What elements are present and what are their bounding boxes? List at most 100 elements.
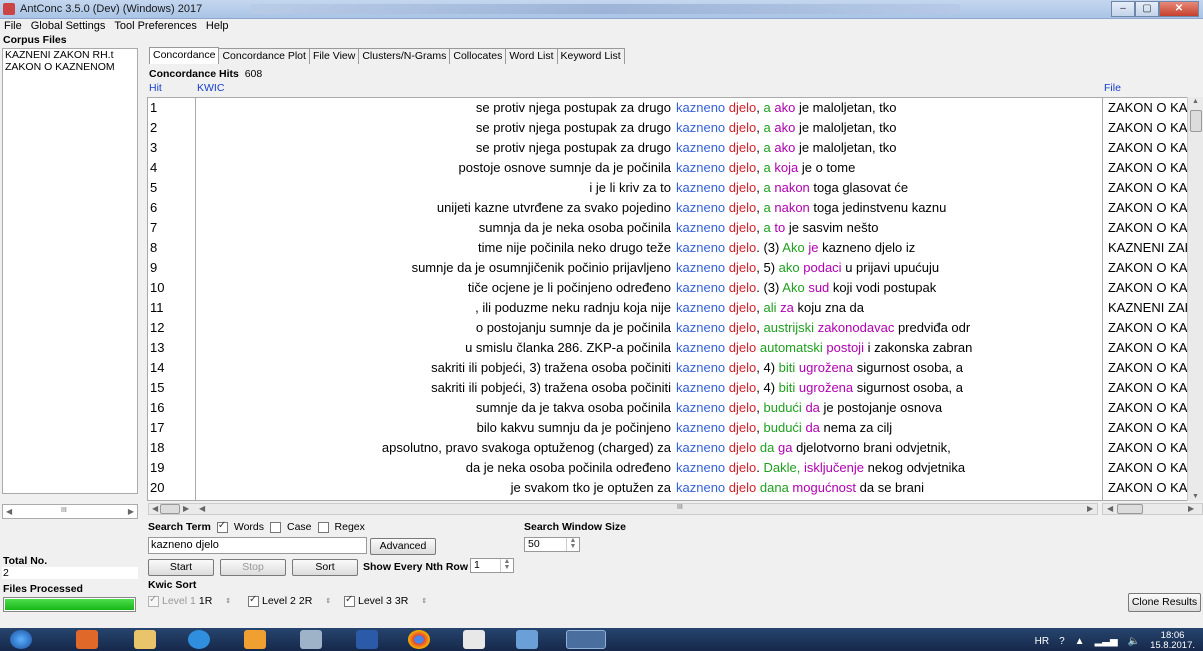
tab-file-view[interactable]: File View	[308, 48, 360, 64]
corpus-files-list[interactable]: KAZNENI ZAKON RH.t ZAKON O KAZNENOM	[2, 48, 138, 494]
menu-tool-preferences[interactable]: Tool Preferences	[114, 19, 197, 34]
kwic-line[interactable]: unijeti kazne utvrđene za svako pojedino…	[196, 198, 1146, 218]
level-1-value[interactable]: 1R	[199, 595, 212, 607]
calculator-icon[interactable]	[300, 630, 322, 649]
kwic-line[interactable]: se protiv njega postupak za drugo kazneno…	[196, 118, 1146, 138]
outlook-icon[interactable]	[244, 630, 266, 649]
kwic-keyword[interactable]: kazneno	[676, 400, 725, 415]
kwic-line[interactable]: u smislu članka 286. ZKP-a počinila kazne…	[196, 338, 1146, 358]
kwic-horizontal-scrollbar[interactable]	[148, 503, 1098, 515]
language-indicator[interactable]: HR	[1035, 636, 1049, 647]
close-button[interactable]: ✕	[1159, 1, 1199, 17]
kwic-line[interactable]: je svakom tko je optužen za kazneno djelo…	[196, 478, 1146, 498]
scroll-down-arrow-icon[interactable]: ▼	[1192, 493, 1199, 500]
hit-column-header[interactable]: Hit	[149, 82, 162, 94]
kwic-line[interactable]: se protiv njega postupak za drugo kazneno…	[196, 98, 1146, 118]
nth-row-spinner[interactable]: 1 ▲ ▼	[470, 558, 514, 573]
kwic-keyword[interactable]: kazneno	[676, 120, 725, 135]
level-2-checkbox[interactable]	[248, 594, 259, 607]
kwic-keyword[interactable]: kazneno	[676, 380, 725, 395]
tab-clusters-ngrams[interactable]: Clusters/N-Grams	[358, 48, 451, 64]
level-2-value[interactable]: 2R	[299, 595, 312, 607]
kwic-keyword[interactable]: kazneno	[676, 240, 725, 255]
kwic-line[interactable]: , ili poduzme neku radnju koja nije kazne…	[196, 298, 1146, 318]
file-scroll-right-icon[interactable]: ▶	[1188, 504, 1194, 513]
antconc-taskbar-icon[interactable]	[566, 630, 606, 649]
kwic-keyword[interactable]: kazneno	[676, 480, 725, 495]
level-3-spinner-icon[interactable]: ⇕	[421, 597, 427, 605]
words-checkbox[interactable]	[216, 520, 228, 533]
search-window-size-spinner[interactable]: 50 ▲ ▼	[524, 537, 580, 552]
tab-keyword-list[interactable]: Keyword List	[556, 48, 625, 64]
kwic-line[interactable]: bilo kakvu sumnju da je počinjeno kazneno…	[196, 418, 1146, 438]
scroll-thumb[interactable]: III	[61, 507, 67, 514]
start-orb-icon[interactable]	[10, 630, 32, 649]
chrome-icon[interactable]	[408, 630, 430, 649]
media-player-icon[interactable]	[76, 630, 98, 649]
minimize-button[interactable]: –	[1111, 1, 1135, 17]
kwic-line[interactable]: i je li kriv za to kazneno djelo, a nakon…	[196, 178, 1146, 198]
acrobat-icon[interactable]	[463, 630, 485, 649]
kwic-line[interactable]: sumnja da je neka osoba počinila kazneno …	[196, 218, 1146, 238]
kwic-scroll-left-icon-2[interactable]: ◀	[199, 504, 205, 513]
kwic-scroll-left-icon[interactable]: ◀	[152, 504, 158, 513]
kwic-line[interactable]: tiče ocjene je li počinjeno određeno kazn…	[196, 278, 1146, 298]
kwic-column[interactable]: se protiv njega postupak za drugo kazneno…	[195, 97, 1147, 501]
kwic-keyword[interactable]: kazneno	[676, 460, 725, 475]
kwic-keyword[interactable]: kazneno	[676, 180, 725, 195]
help-icon[interactable]: ?	[1059, 636, 1065, 647]
scroll-up-arrow-icon[interactable]: ▲	[1192, 98, 1199, 105]
kwic-line[interactable]: time nije počinila neko drugo teže kaznen…	[196, 238, 1146, 258]
level-2-spinner-icon[interactable]: ⇕	[325, 597, 331, 605]
stop-button[interactable]: Stop	[220, 559, 286, 576]
kwic-line[interactable]: sakriti ili pobjeći, 3) tražena osoba po…	[196, 378, 1146, 398]
kwic-keyword[interactable]: kazneno	[676, 280, 725, 295]
kwic-keyword[interactable]: kazneno	[676, 200, 725, 215]
kwic-line[interactable]: se protiv njega postupak za drugo kazneno…	[196, 138, 1146, 158]
kwic-line[interactable]: da je neka osoba počinila određeno kaznen…	[196, 458, 1146, 478]
kwic-keyword[interactable]: kazneno	[676, 260, 725, 275]
kwic-keyword[interactable]: kazneno	[676, 440, 725, 455]
maximize-button[interactable]: ▢	[1135, 1, 1159, 17]
volume-icon[interactable]: 🔈	[1128, 636, 1140, 647]
vertical-scrollbar[interactable]: ▲ ▼	[1187, 97, 1203, 501]
file-scroll-thumb[interactable]	[1117, 504, 1143, 514]
start-button[interactable]: Start	[148, 559, 214, 576]
menu-file[interactable]: File	[4, 19, 22, 34]
level-3-value[interactable]: 3R	[395, 595, 408, 607]
kwic-line[interactable]: postoje osnove sumnje da je počinila kazn…	[196, 158, 1146, 178]
corpus-file-item[interactable]: ZAKON O KAZNENOM	[3, 61, 137, 73]
kwic-scroll-right-icon-2[interactable]: ▶	[1087, 504, 1093, 513]
kwic-line[interactable]: sumnje da je osumnjičenik počinio prijav…	[196, 258, 1146, 278]
tab-concordance[interactable]: Concordance	[149, 47, 220, 64]
kwic-scroll-thumb[interactable]	[160, 504, 180, 514]
scroll-right-arrow-icon[interactable]: ▶	[128, 507, 134, 516]
kwic-line[interactable]: sakriti ili pobjeći, 3) tražena osoba po…	[196, 358, 1146, 378]
kwic-line[interactable]: apsolutno, pravo svakoga optuženog (char…	[196, 438, 1146, 458]
tab-word-list[interactable]: Word List	[505, 48, 558, 64]
kwic-line[interactable]: sumnje da je takva osoba počinila kazneno…	[196, 398, 1146, 418]
kwic-keyword[interactable]: kazneno	[676, 160, 725, 175]
kwic-keyword[interactable]: kazneno	[676, 320, 725, 335]
search-term-input[interactable]: kazneno djelo	[148, 537, 367, 554]
file-column-header[interactable]: File	[1104, 82, 1121, 94]
kwic-column-header[interactable]: KWIC	[197, 82, 224, 94]
network-icon[interactable]: ▂▃▅	[1095, 636, 1118, 647]
kwic-hscroll-grip[interactable]: III	[677, 504, 683, 511]
sort-button[interactable]: Sort	[292, 559, 358, 576]
kwic-keyword[interactable]: kazneno	[676, 300, 725, 315]
kwic-scroll-right-icon[interactable]: ▶	[183, 504, 189, 513]
file-scroll-left-icon[interactable]: ◀	[1107, 504, 1113, 513]
kwic-keyword[interactable]: kazneno	[676, 220, 725, 235]
file-explorer-icon[interactable]	[134, 630, 156, 649]
level-1-spinner-icon[interactable]: ⇕	[225, 597, 231, 605]
corpus-file-item[interactable]: KAZNENI ZAKON RH.t	[3, 49, 137, 61]
menu-global-settings[interactable]: Global Settings	[31, 19, 106, 34]
spinner-arrows-icon[interactable]: ▲ ▼	[500, 558, 513, 572]
level-3-checkbox[interactable]	[344, 594, 355, 607]
advanced-button[interactable]: Advanced	[370, 538, 436, 555]
spinner-arrows-icon[interactable]: ▲ ▼	[566, 537, 579, 551]
show-hidden-icons-icon[interactable]: ▲	[1075, 636, 1085, 647]
corpus-horizontal-scrollbar[interactable]: ◀ III ▶	[2, 504, 138, 519]
kwic-line[interactable]: o postojanju sumnje da je počinila kaznen…	[196, 318, 1146, 338]
